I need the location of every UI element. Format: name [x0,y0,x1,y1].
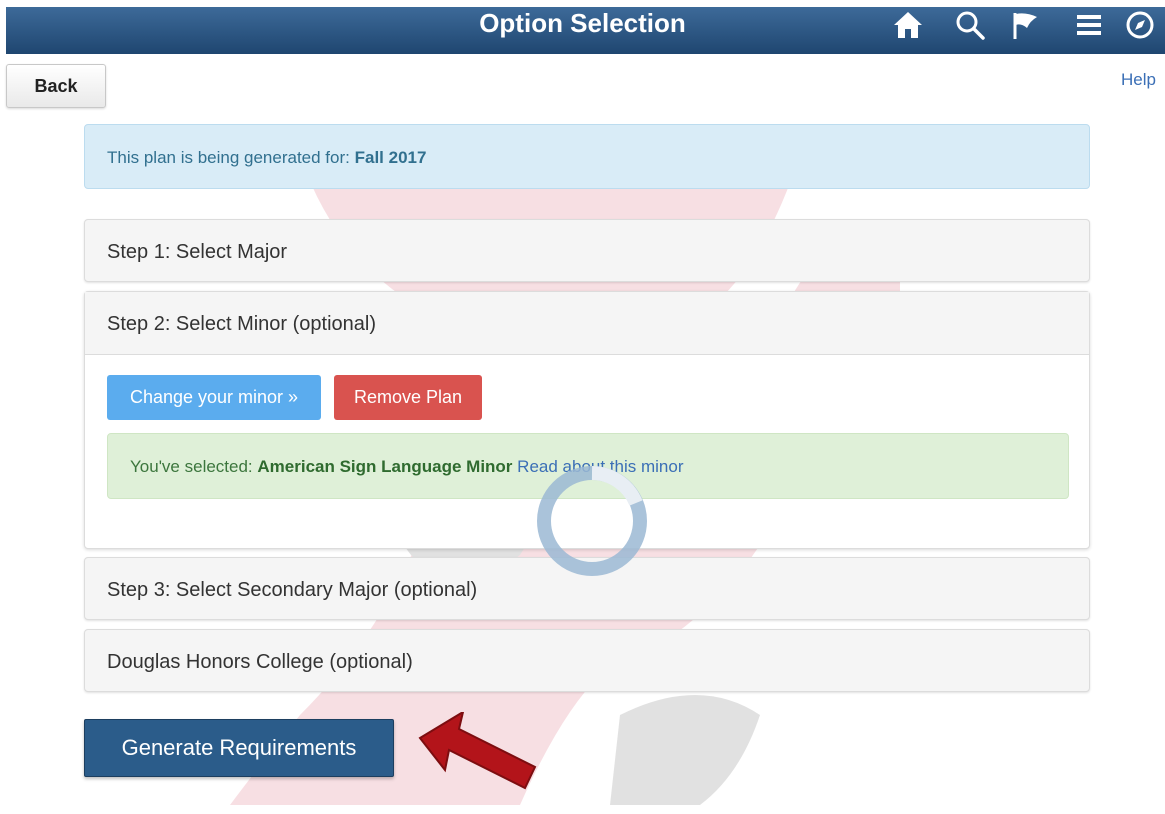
flag-icon[interactable] [1010,9,1042,41]
step2-select-minor[interactable]: Step 2: Select Minor (optional) [85,292,1089,355]
red-arrow-icon [418,712,537,790]
honors-college-option[interactable]: Douglas Honors College (optional) [84,629,1090,692]
page-title: Option Selection [479,8,686,38]
back-button[interactable]: Back [6,64,106,108]
step1-select-major[interactable]: Step 1: Select Major [84,219,1090,282]
honors-label: Douglas Honors College (optional) [107,651,413,673]
step1-label: Step 1: Select Major [107,241,288,263]
remove-plan-button[interactable]: Remove Plan [334,375,482,420]
info-prefix: This plan is being generated for: [107,148,355,167]
loading-spinner-icon [537,466,647,576]
compass-icon[interactable] [1124,9,1156,41]
selected-prefix: You've selected: [130,457,258,476]
plan-term-info: This plan is being generated for: Fall 2… [84,124,1090,189]
generate-requirements-button[interactable]: Generate Requirements [84,719,394,777]
change-minor-button[interactable]: Change your minor » [107,375,321,420]
search-icon[interactable] [954,9,986,41]
action-bar: Back Help [0,54,1165,116]
menu-icon[interactable] [1073,9,1105,41]
help-link[interactable]: Help [1121,70,1156,90]
selected-minor-name: American Sign Language Minor [257,457,513,476]
step3-label: Step 3: Select Secondary Major (optional… [107,579,478,601]
home-icon[interactable] [892,9,924,41]
step2-label: Step 2: Select Minor (optional) [107,313,377,335]
plan-term: Fall 2017 [354,148,427,167]
